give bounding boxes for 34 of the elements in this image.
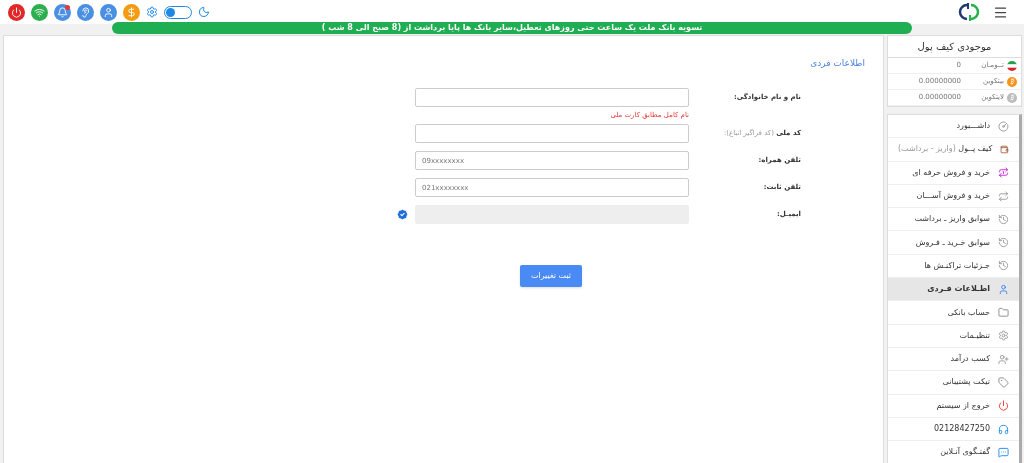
user-icon[interactable]	[100, 3, 117, 21]
chat-icon	[998, 446, 1009, 458]
flag-icon	[1007, 60, 1017, 71]
wallet-title: موجودی کیف پول	[888, 36, 1021, 58]
history-icon	[998, 260, 1009, 272]
repeat-icon	[998, 190, 1009, 202]
power-icon[interactable]	[8, 3, 25, 21]
notice-banner: تسویه بانک ملت یک ساعت حتی روزهای تعطیل،سایر بانک ها پایا برداشت از (8 صبح الی 8 شب )	[112, 22, 912, 34]
wifi-icon[interactable]	[31, 3, 48, 21]
input-field[interactable]	[415, 87, 689, 107]
coin-icon	[1007, 76, 1017, 87]
theme-toggle[interactable]	[164, 5, 192, 19]
settings-icon	[998, 330, 1009, 342]
gauge-icon	[998, 120, 1009, 132]
history-icon	[998, 237, 1009, 249]
settings-icon[interactable]	[146, 6, 158, 18]
dollar-icon[interactable]	[123, 3, 140, 21]
moon-icon	[198, 6, 210, 18]
menu-icon[interactable]	[993, 4, 1008, 20]
repeat-icon	[998, 167, 1009, 179]
folder-icon	[998, 307, 1009, 318]
coin-icon	[1007, 92, 1017, 103]
sidebar-item[interactable]: اطـلاعات فـردی	[888, 278, 1019, 302]
bell-icon[interactable]	[54, 3, 71, 21]
section-title: اطلاعات فردی	[809, 57, 865, 70]
user-icon	[998, 283, 1009, 295]
headphones-icon	[998, 423, 1009, 435]
ear-icon[interactable]	[77, 3, 94, 21]
power-icon	[998, 400, 1009, 412]
user-plus-icon	[998, 353, 1009, 365]
tag-icon	[998, 376, 1009, 388]
wallet-icon	[1000, 143, 1009, 155]
history-icon	[998, 213, 1009, 225]
input-field[interactable]	[415, 124, 689, 143]
